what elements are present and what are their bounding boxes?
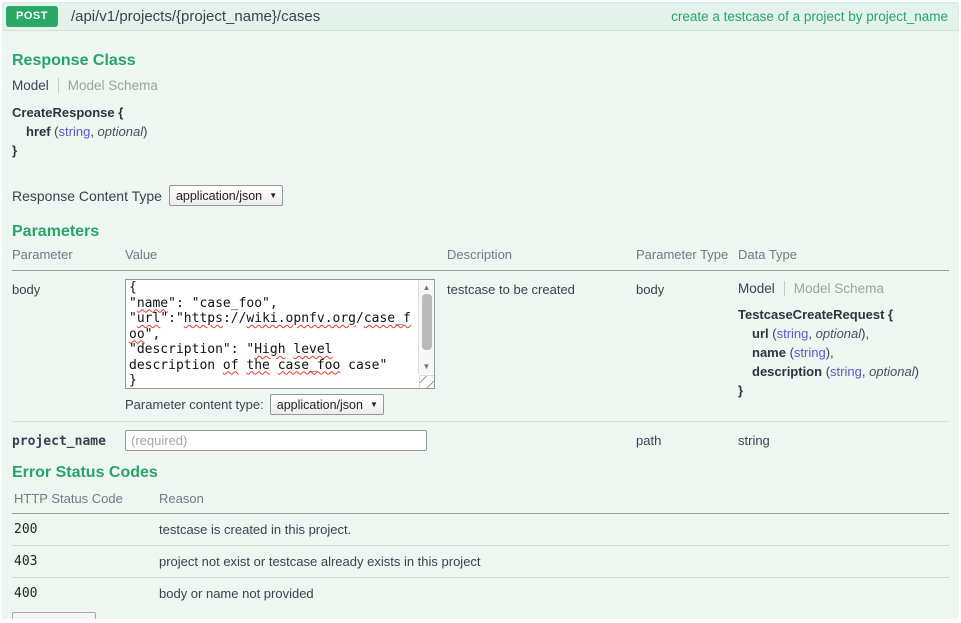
tab-model-schema[interactable]: Model Schema [794, 281, 884, 296]
tab-separator [784, 281, 785, 296]
param-name-project-name: project_name [12, 430, 125, 451]
request-model-signature: TestcaseCreateRequest { url (string, opt… [738, 305, 949, 400]
param-type: body [636, 279, 738, 415]
textarea-resize-grip[interactable] [419, 375, 434, 388]
property-close: ), [861, 326, 869, 341]
property-close: ) [143, 124, 147, 139]
selected-value: application/json [277, 398, 363, 412]
col-parameter-type: Parameter Type [636, 247, 738, 262]
operation-content: Response Class Model Model Schema Create… [2, 31, 959, 619]
status-reason: testcase is created in this project. [159, 522, 949, 537]
property-sep: , [90, 124, 97, 139]
model-property: href (string, optional) [12, 122, 949, 141]
property-name: href [26, 124, 51, 139]
status-reason: project not exist or testcase already ex… [159, 554, 949, 569]
tab-model-schema[interactable]: Model Schema [68, 78, 158, 93]
parameters-table: Parameter Value Description Parameter Ty… [12, 247, 949, 461]
status-code: 400 [14, 586, 159, 601]
property-type: string [830, 364, 862, 379]
body-value-text: { "name": "case_foo", "url":"https://wik… [126, 280, 418, 388]
tab-separator [58, 78, 59, 93]
scroll-up-icon[interactable]: ▲ [423, 280, 431, 294]
parameter-content-type-label: Parameter content type: [125, 397, 264, 412]
status-code: 200 [14, 522, 159, 537]
parameters-heading: Parameters [12, 222, 949, 241]
property-paren: ( [769, 326, 777, 341]
property-type: string [59, 124, 91, 139]
property-close: ), [826, 345, 834, 360]
model-close: } [738, 381, 949, 400]
col-http-status-code: HTTP Status Code [14, 491, 159, 506]
table-row: 400 body or name not provided [12, 577, 949, 609]
model-open: CreateResponse { [12, 103, 949, 122]
request-model-tabs: Model Model Schema [738, 281, 949, 296]
status-code: 403 [14, 554, 159, 569]
model-property: url (string, optional), [738, 324, 949, 343]
response-class-heading: Response Class [12, 31, 949, 70]
textarea-scrollbar[interactable]: ▲ ▼ [418, 280, 434, 374]
col-value: Value [125, 247, 447, 262]
error-table-header: HTTP Status Code Reason [12, 486, 949, 514]
property-name: url [752, 326, 769, 341]
response-content-type-select[interactable]: application/json ▼ [169, 185, 283, 206]
param-description: testcase to be created [447, 279, 636, 415]
method-badge[interactable]: POST [6, 6, 58, 27]
swagger-operation-panel: POST /api/v1/projects/{project_name}/cas… [0, 0, 961, 623]
property-paren: ( [786, 345, 794, 360]
property-name: description [752, 364, 822, 379]
parameter-content-type-select[interactable]: application/json ▼ [270, 394, 384, 415]
param-data-type: string [738, 430, 949, 451]
table-row: 403 project not exist or testcase alread… [12, 545, 949, 577]
property-close: ) [915, 364, 919, 379]
error-status-codes-heading: Error Status Codes [12, 463, 949, 482]
parameter-content-type-row: Parameter content type: application/json… [125, 394, 447, 415]
response-content-type-row: Response Content Type application/json ▼ [12, 185, 949, 206]
response-class-tabs: Model Model Schema [12, 78, 949, 93]
parameters-table-header: Parameter Value Description Parameter Ty… [12, 247, 949, 271]
try-it-out-button[interactable]: Try it out! [12, 612, 96, 619]
tab-model[interactable]: Model [12, 78, 49, 93]
model-open: TestcaseCreateRequest { [738, 305, 949, 324]
operation-summary-link[interactable]: create a testcase of a project by projec… [671, 9, 948, 24]
response-model-signature: CreateResponse { href (string, optional)… [12, 103, 949, 160]
dropdown-arrow-icon: ▼ [370, 401, 378, 409]
dropdown-arrow-icon: ▼ [269, 192, 277, 200]
project-name-input[interactable] [125, 430, 427, 451]
property-modifier: optional [869, 364, 915, 379]
col-description: Description [447, 247, 636, 262]
table-row: 200 testcase is created in this project. [12, 514, 949, 545]
scroll-down-icon[interactable]: ▼ [423, 361, 431, 374]
table-row-project-name-param: project_name path string [12, 421, 949, 461]
param-type: path [636, 430, 738, 451]
property-paren: ( [822, 364, 830, 379]
tab-model[interactable]: Model [738, 281, 775, 296]
property-modifier: optional [816, 326, 862, 341]
endpoint-path[interactable]: /api/v1/projects/{project_name}/cases [71, 8, 320, 25]
model-property: name (string), [738, 343, 949, 362]
selected-value: application/json [176, 189, 262, 203]
property-modifier: optional [98, 124, 144, 139]
scrollbar-thumb[interactable] [422, 294, 432, 350]
property-type: string [777, 326, 809, 341]
col-reason: Reason [159, 491, 949, 506]
status-reason: body or name not provided [159, 586, 949, 601]
col-parameter: Parameter [12, 247, 125, 262]
property-name: name [752, 345, 786, 360]
error-codes-table: HTTP Status Code Reason 200 testcase is … [12, 486, 949, 609]
operation-header: POST /api/v1/projects/{project_name}/cas… [2, 2, 959, 31]
table-row-body-param: body { "name": "case_foo", "url":"https:… [12, 271, 949, 421]
property-paren: ( [51, 124, 59, 139]
col-data-type: Data Type [738, 247, 949, 262]
property-sep: , [862, 364, 869, 379]
body-value-textarea[interactable]: { "name": "case_foo", "url":"https://wik… [125, 279, 435, 389]
param-data-type: Model Model Schema TestcaseCreateRequest… [738, 279, 949, 415]
response-content-type-label: Response Content Type [12, 188, 162, 204]
model-property: description (string, optional) [738, 362, 949, 381]
param-description [447, 430, 636, 451]
param-name-body: body [12, 279, 125, 415]
model-close: } [12, 141, 949, 160]
property-sep: , [808, 326, 815, 341]
property-type: string [794, 345, 826, 360]
